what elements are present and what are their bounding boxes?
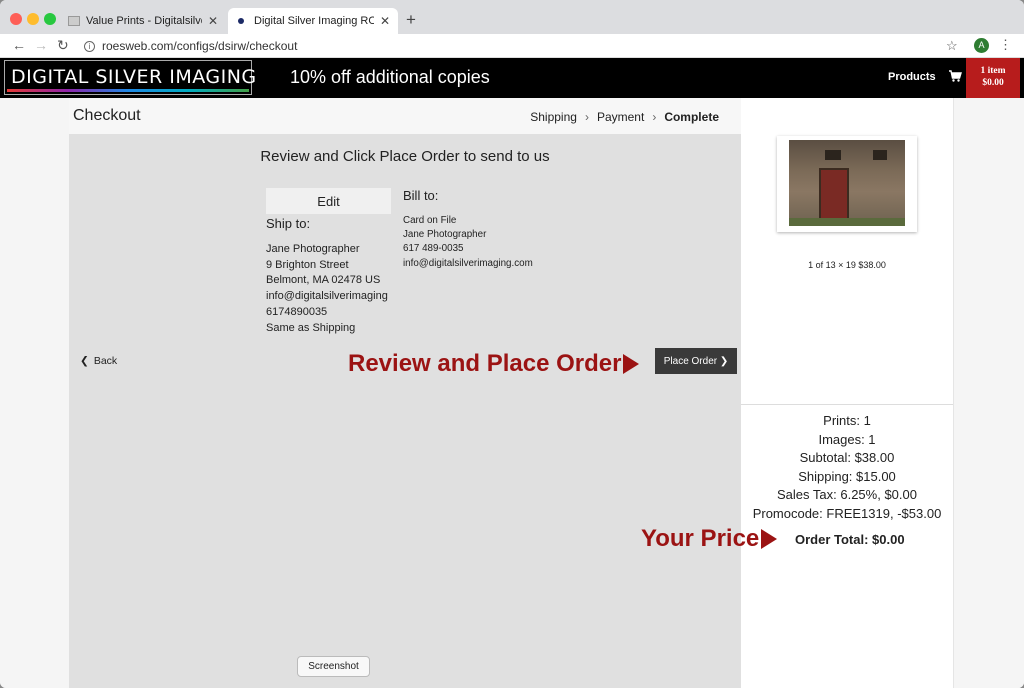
step-payment[interactable]: Payment: [597, 110, 644, 124]
edit-button[interactable]: Edit: [266, 188, 391, 214]
bill-to-line: Card on File: [403, 215, 457, 226]
order-summary: Prints: 1 Images: 1 Subtotal: $38.00 Shi…: [741, 412, 953, 523]
bill-to-address: Card on File Jane Photographer 617 489-0…: [403, 214, 533, 271]
bill-to-line: info@digitalsilverimaging.com: [403, 257, 533, 269]
annotation-your-price: Your Price: [641, 525, 778, 553]
tab-strip: Value Prints - Digitalsilverimag ✕ Digit…: [0, 0, 1024, 34]
page-title: Checkout: [73, 107, 141, 124]
step-complete: Complete: [664, 110, 719, 124]
step-shipping[interactable]: Shipping: [530, 110, 577, 124]
ship-to-address: Jane Photographer 9 Brighton Street Belm…: [266, 242, 388, 336]
summary-promocode: Promocode: FREE1319, -$53.00: [752, 505, 942, 521]
summary-sales-tax: Sales Tax: 6.25%, $0.00: [777, 487, 917, 502]
ship-to-line: Belmont, MA 02478 US: [266, 274, 381, 287]
bill-to-title: Bill to:: [403, 188, 439, 203]
forward-arrow-icon[interactable]: →: [34, 37, 48, 53]
bill-to-line: Jane Photographer: [403, 229, 487, 241]
site-favicon-icon: [236, 16, 248, 26]
cart-item-count: 1 item: [980, 66, 1006, 76]
back-link[interactable]: ❮ Back: [80, 355, 117, 367]
page-body: Checkout Shipping › Payment › Complete R…: [0, 98, 1024, 688]
screenshot-tooltip: Screenshot: [297, 656, 370, 677]
tab-value-prints[interactable]: Value Prints - Digitalsilverimag ✕: [60, 8, 226, 34]
chevron-left-icon: ❮: [80, 355, 89, 367]
browser-menu-icon[interactable]: ⋮: [999, 37, 1012, 53]
sidebar-divider: [741, 404, 953, 405]
site-header: DIGITAL SILVER IMAGING 10% off additiona…: [0, 58, 1024, 98]
new-tab-plus-icon[interactable]: +: [406, 11, 416, 28]
checkout-bar: Checkout Shipping › Payment › Complete: [69, 98, 741, 134]
bookmark-star-icon[interactable]: ☆: [946, 38, 958, 54]
review-heading: Review and Click Place Order to send to …: [260, 148, 550, 165]
order-sidebar: 1 of 13 × 19 $38.00 Prints: 1 Images: 1 …: [641, 98, 953, 688]
close-window-button[interactable]: [10, 13, 22, 25]
summary-prints: Prints: 1: [823, 413, 871, 428]
summary-shipping: Shipping: $15.00: [798, 468, 896, 484]
ship-to-line: Jane Photographer: [266, 243, 360, 255]
photo-ground: [789, 218, 905, 226]
tab-dsi-roes[interactable]: Digital Silver Imaging ROES We ✕: [228, 8, 398, 34]
profile-avatar[interactable]: A: [974, 38, 989, 53]
annotation-text: Your Price: [641, 525, 760, 552]
checkout-main: Checkout Shipping › Payment › Complete R…: [69, 98, 741, 688]
ship-to-title: Ship to:: [266, 216, 311, 231]
address-toolbar: ← → ↻ i roesweb.com/configs/dsirw/checko…: [0, 34, 1024, 58]
annotation-review-place-order: Review and Place Order: [348, 350, 640, 378]
item-caption: 1 of 13 × 19 $38.00: [808, 260, 886, 270]
close-icon[interactable]: ✕: [380, 14, 390, 28]
cart-total: $0.00: [982, 78, 1004, 88]
photo-door: [819, 168, 849, 224]
photo-window: [873, 150, 887, 160]
chevron-right-icon: ›: [584, 110, 589, 124]
chevron-right-icon: ❯: [719, 355, 729, 367]
place-order-button[interactable]: Place Order ❯: [655, 348, 737, 374]
order-total: Order Total: $0.00: [795, 532, 905, 547]
photo-image: [789, 140, 905, 226]
ship-to-line: 6174890035: [266, 305, 328, 318]
cart-icon[interactable]: [948, 69, 962, 83]
promo-text: 10% off additional copies: [290, 67, 490, 87]
tab-title: Value Prints - Digitalsilverimag: [86, 15, 202, 27]
arrow-right-icon: [761, 529, 778, 549]
back-arrow-icon[interactable]: ←: [12, 37, 26, 53]
logo-text: DIGITAL SILVER IMAGING: [11, 66, 257, 88]
url-text: roesweb.com/configs/dsirw/checkout: [102, 39, 298, 53]
close-icon[interactable]: ✕: [208, 14, 218, 28]
chevron-right-icon: ›: [652, 110, 657, 124]
reload-icon[interactable]: ↻: [57, 37, 69, 53]
summary-images: Images: 1: [818, 431, 876, 447]
annotation-text: Review and Place Order: [348, 350, 622, 377]
back-label: Back: [93, 355, 118, 367]
minimize-window-button[interactable]: [27, 13, 39, 25]
info-icon[interactable]: i: [84, 40, 95, 52]
ship-to-line: info@digitalsilverimaging: [266, 290, 388, 303]
page-favicon-icon: [68, 16, 80, 26]
ship-to-line: Same as Shipping: [266, 321, 356, 334]
dsi-logo[interactable]: DIGITAL SILVER IMAGING: [4, 60, 256, 95]
arrow-right-icon: [623, 354, 640, 374]
logo-color-bar: [7, 89, 249, 92]
item-thumbnail[interactable]: [777, 136, 917, 232]
ship-to-line: 9 Brighton Street: [266, 258, 349, 271]
tab-title: Digital Silver Imaging ROES We: [254, 15, 374, 27]
maximize-window-button[interactable]: [44, 13, 56, 25]
nav-products-link[interactable]: Products: [888, 71, 936, 83]
browser-window: Value Prints - Digitalsilverimag ✕ Digit…: [0, 0, 1024, 688]
place-order-label: Place Order: [663, 355, 718, 367]
summary-subtotal: Subtotal: $38.00: [799, 450, 895, 465]
right-gutter: [953, 98, 1024, 688]
bill-to-line: 617 489-0035: [403, 243, 464, 255]
cart-summary-button[interactable]: 1 item $0.00: [966, 58, 1020, 98]
photo-window: [825, 150, 841, 160]
checkout-steps: Shipping › Payment › Complete: [530, 110, 719, 124]
address-bar[interactable]: i roesweb.com/configs/dsirw/checkout: [84, 37, 964, 55]
